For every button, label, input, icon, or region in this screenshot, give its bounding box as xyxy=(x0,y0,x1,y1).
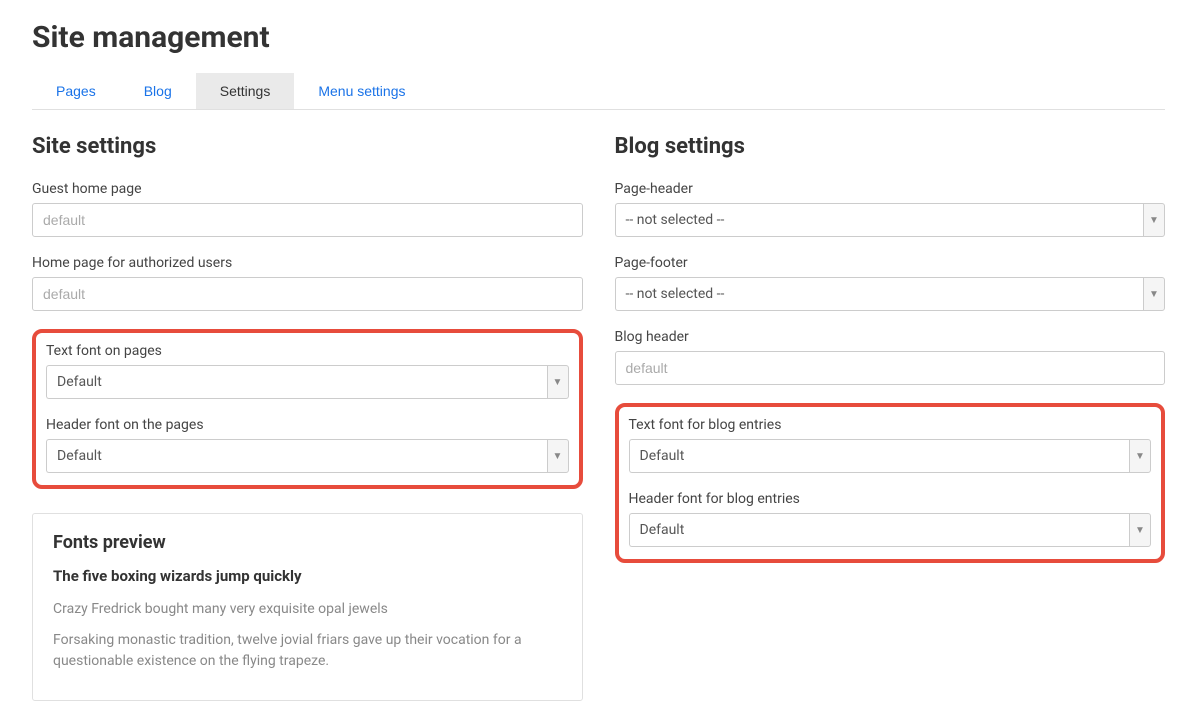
page-footer-label: Page-footer xyxy=(615,255,1166,271)
auth-home-input[interactable] xyxy=(32,277,583,311)
fonts-preview-title: Fonts preview xyxy=(53,532,562,553)
page-header-label: Page-header xyxy=(615,181,1166,197)
blog-header-field: Blog header xyxy=(615,329,1166,385)
header-font-field: Header font on the pages Default ▼ xyxy=(46,417,569,473)
blog-header-font-value: Default xyxy=(629,513,1130,547)
tab-blog[interactable]: Blog xyxy=(120,73,196,109)
guest-home-input[interactable] xyxy=(32,203,583,237)
blog-settings-column: Blog settings Page-header -- not selecte… xyxy=(615,134,1166,701)
page-header-select[interactable]: -- not selected -- ▼ xyxy=(615,203,1166,237)
page-header-value: -- not selected -- xyxy=(615,203,1144,237)
text-font-label: Text font on pages xyxy=(46,343,569,359)
fonts-preview-line1: Crazy Fredrick bought many very exquisit… xyxy=(53,599,562,620)
guest-home-label: Guest home page xyxy=(32,181,583,197)
blog-text-font-value: Default xyxy=(629,439,1130,473)
blog-header-label: Blog header xyxy=(615,329,1166,345)
header-font-value: Default xyxy=(46,439,547,473)
text-font-value: Default xyxy=(46,365,547,399)
blog-text-font-select[interactable]: Default ▼ xyxy=(629,439,1152,473)
blog-settings-heading: Blog settings xyxy=(615,134,1166,159)
header-font-select[interactable]: Default ▼ xyxy=(46,439,569,473)
fonts-preview-bold: The five boxing wizards jump quickly xyxy=(53,567,562,585)
page-footer-select[interactable]: -- not selected -- ▼ xyxy=(615,277,1166,311)
chevron-down-icon: ▼ xyxy=(547,439,569,473)
blog-text-font-label: Text font for blog entries xyxy=(629,417,1152,433)
blog-header-font-label: Header font for blog entries xyxy=(629,491,1152,507)
page-footer-value: -- not selected -- xyxy=(615,277,1144,311)
blog-header-font-field: Header font for blog entries Default ▼ xyxy=(629,491,1152,547)
header-font-label: Header font on the pages xyxy=(46,417,569,433)
chevron-down-icon: ▼ xyxy=(1143,277,1165,311)
guest-home-field: Guest home page xyxy=(32,181,583,237)
page-header-field: Page-header -- not selected -- ▼ xyxy=(615,181,1166,237)
tabs: Pages Blog Settings Menu settings xyxy=(32,73,1165,110)
chevron-down-icon: ▼ xyxy=(1143,203,1165,237)
blog-header-font-select[interactable]: Default ▼ xyxy=(629,513,1152,547)
fonts-preview-card: Fonts preview The five boxing wizards ju… xyxy=(32,513,583,701)
chevron-down-icon: ▼ xyxy=(1129,439,1151,473)
text-font-select[interactable]: Default ▼ xyxy=(46,365,569,399)
site-settings-column: Site settings Guest home page Home page … xyxy=(32,134,583,701)
site-settings-heading: Site settings xyxy=(32,134,583,159)
tab-pages[interactable]: Pages xyxy=(32,73,120,109)
site-fonts-highlight: Text font on pages Default ▼ Header font… xyxy=(32,329,583,489)
tab-menu-settings[interactable]: Menu settings xyxy=(294,73,429,109)
blog-header-input[interactable] xyxy=(615,351,1166,385)
blog-text-font-field: Text font for blog entries Default ▼ xyxy=(629,417,1152,473)
page-title: Site management xyxy=(32,20,1165,55)
auth-home-label: Home page for authorized users xyxy=(32,255,583,271)
chevron-down-icon: ▼ xyxy=(547,365,569,399)
fonts-preview-line2: Forsaking monastic tradition, twelve jov… xyxy=(53,630,562,672)
auth-home-field: Home page for authorized users xyxy=(32,255,583,311)
chevron-down-icon: ▼ xyxy=(1129,513,1151,547)
page-footer-field: Page-footer -- not selected -- ▼ xyxy=(615,255,1166,311)
tab-settings[interactable]: Settings xyxy=(196,73,295,109)
blog-fonts-highlight: Text font for blog entries Default ▼ Hea… xyxy=(615,403,1166,563)
text-font-field: Text font on pages Default ▼ xyxy=(46,343,569,399)
